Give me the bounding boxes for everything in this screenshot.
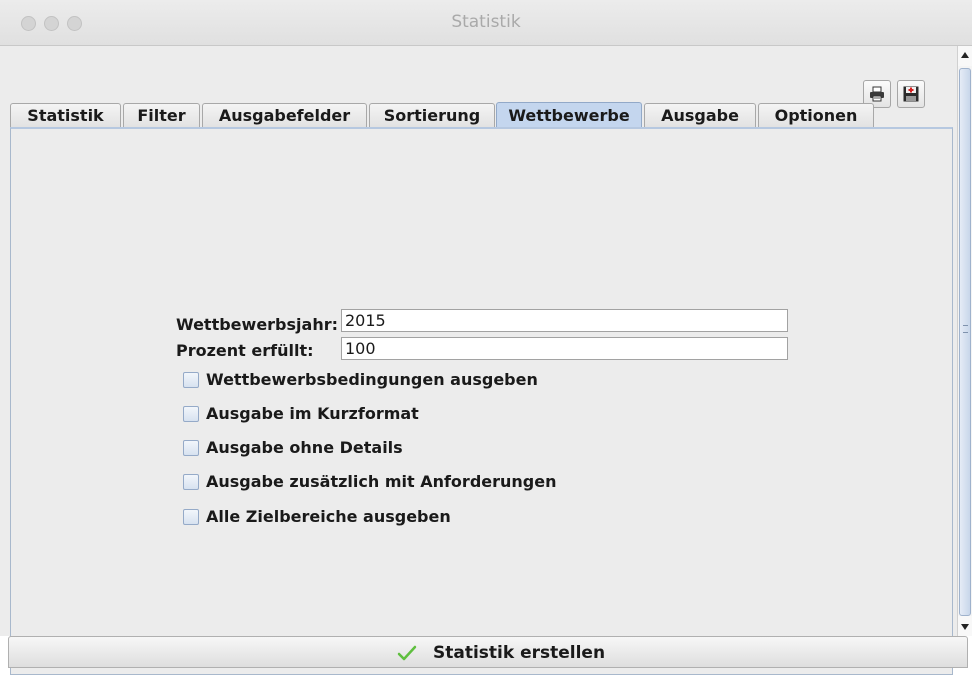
printer-icon <box>870 86 884 102</box>
tab-filter[interactable]: Filter <box>123 103 200 127</box>
checkbox-box[interactable] <box>183 372 199 388</box>
checkbox-box[interactable] <box>183 406 199 422</box>
window-title: Statistik <box>451 12 521 32</box>
create-statistics-button[interactable]: Statistik erstellen <box>8 636 968 668</box>
tab-ausgabe[interactable]: Ausgabe <box>644 103 756 127</box>
arrow-up-icon <box>961 52 969 58</box>
tab-optionen[interactable]: Optionen <box>758 103 874 127</box>
tab-panel-wettbewerbe <box>10 127 953 675</box>
scroll-down-button[interactable] <box>958 616 972 636</box>
checkbox-label: Ausgabe ohne Details <box>206 438 403 457</box>
arrow-down-icon <box>961 624 969 630</box>
checkbox-label: Ausgabe zusätzlich mit Anforderungen <box>206 472 557 491</box>
grip-icon <box>963 325 968 333</box>
window-titlebar: Statistik <box>0 0 972 46</box>
checkbox-label: Ausgabe im Kurzformat <box>206 404 419 423</box>
scroll-thumb[interactable] <box>959 68 971 616</box>
year-input[interactable]: 2015 <box>341 309 788 332</box>
tab-sortierung[interactable]: Sortierung <box>369 103 495 127</box>
checkbox-box[interactable] <box>183 474 199 490</box>
tab-wettbewerbe[interactable]: Wettbewerbe <box>496 102 642 128</box>
save-button[interactable] <box>897 80 925 108</box>
checkbox-label: Wettbewerbsbedingungen ausgeben <box>206 370 538 389</box>
checkbox-box[interactable] <box>183 440 199 456</box>
checkbox-box[interactable] <box>183 509 199 525</box>
save-disk-icon <box>903 86 919 102</box>
scroll-up-button[interactable] <box>958 46 972 66</box>
percent-label: Prozent erfüllt: <box>176 341 314 360</box>
vertical-scrollbar[interactable] <box>957 46 972 636</box>
year-label: Wettbewerbsjahr: <box>176 315 338 334</box>
tab-statistik[interactable]: Statistik <box>10 103 121 127</box>
main-content: Statistik Filter Ausgabefelder Sortierun… <box>0 46 957 675</box>
percent-input[interactable]: 100 <box>341 337 788 360</box>
checkbox-label: Alle Zielbereiche ausgeben <box>206 507 451 526</box>
create-statistics-label: Statistik erstellen <box>433 643 606 663</box>
checkmark-icon <box>397 645 417 661</box>
tab-ausgabefelder[interactable]: Ausgabefelder <box>202 103 367 127</box>
